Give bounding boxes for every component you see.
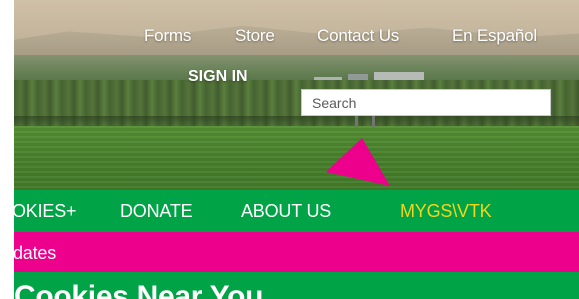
nav-item-donate[interactable]: DONATE <box>120 190 193 232</box>
page-frame: Forms Store Contact Us En Español SIGN I… <box>14 0 579 299</box>
search-input[interactable] <box>301 89 551 116</box>
main-nav: OKIES+ DONATE ABOUT US MYGS\VTK <box>14 190 579 232</box>
utility-nav: Forms Store Contact Us En Español <box>14 26 579 50</box>
heading-band: Cookies Near You <box>14 272 579 299</box>
store-link[interactable]: Store <box>235 26 275 46</box>
contact-us-link[interactable]: Contact Us <box>317 26 399 46</box>
nav-item-cookies[interactable]: OKIES+ <box>14 190 77 232</box>
nav-item-mygs-vtk[interactable]: MYGS\VTK <box>400 190 492 232</box>
updates-banner-text: dates <box>14 243 57 263</box>
sign-in-link[interactable]: SIGN IN <box>188 68 248 86</box>
forms-link[interactable]: Forms <box>144 26 191 46</box>
espanol-link[interactable]: En Español <box>452 26 537 46</box>
nav-item-about-us[interactable]: ABOUT US <box>241 190 331 232</box>
section-heading: Cookies Near You <box>14 280 264 299</box>
updates-banner[interactable]: dates <box>14 232 579 272</box>
